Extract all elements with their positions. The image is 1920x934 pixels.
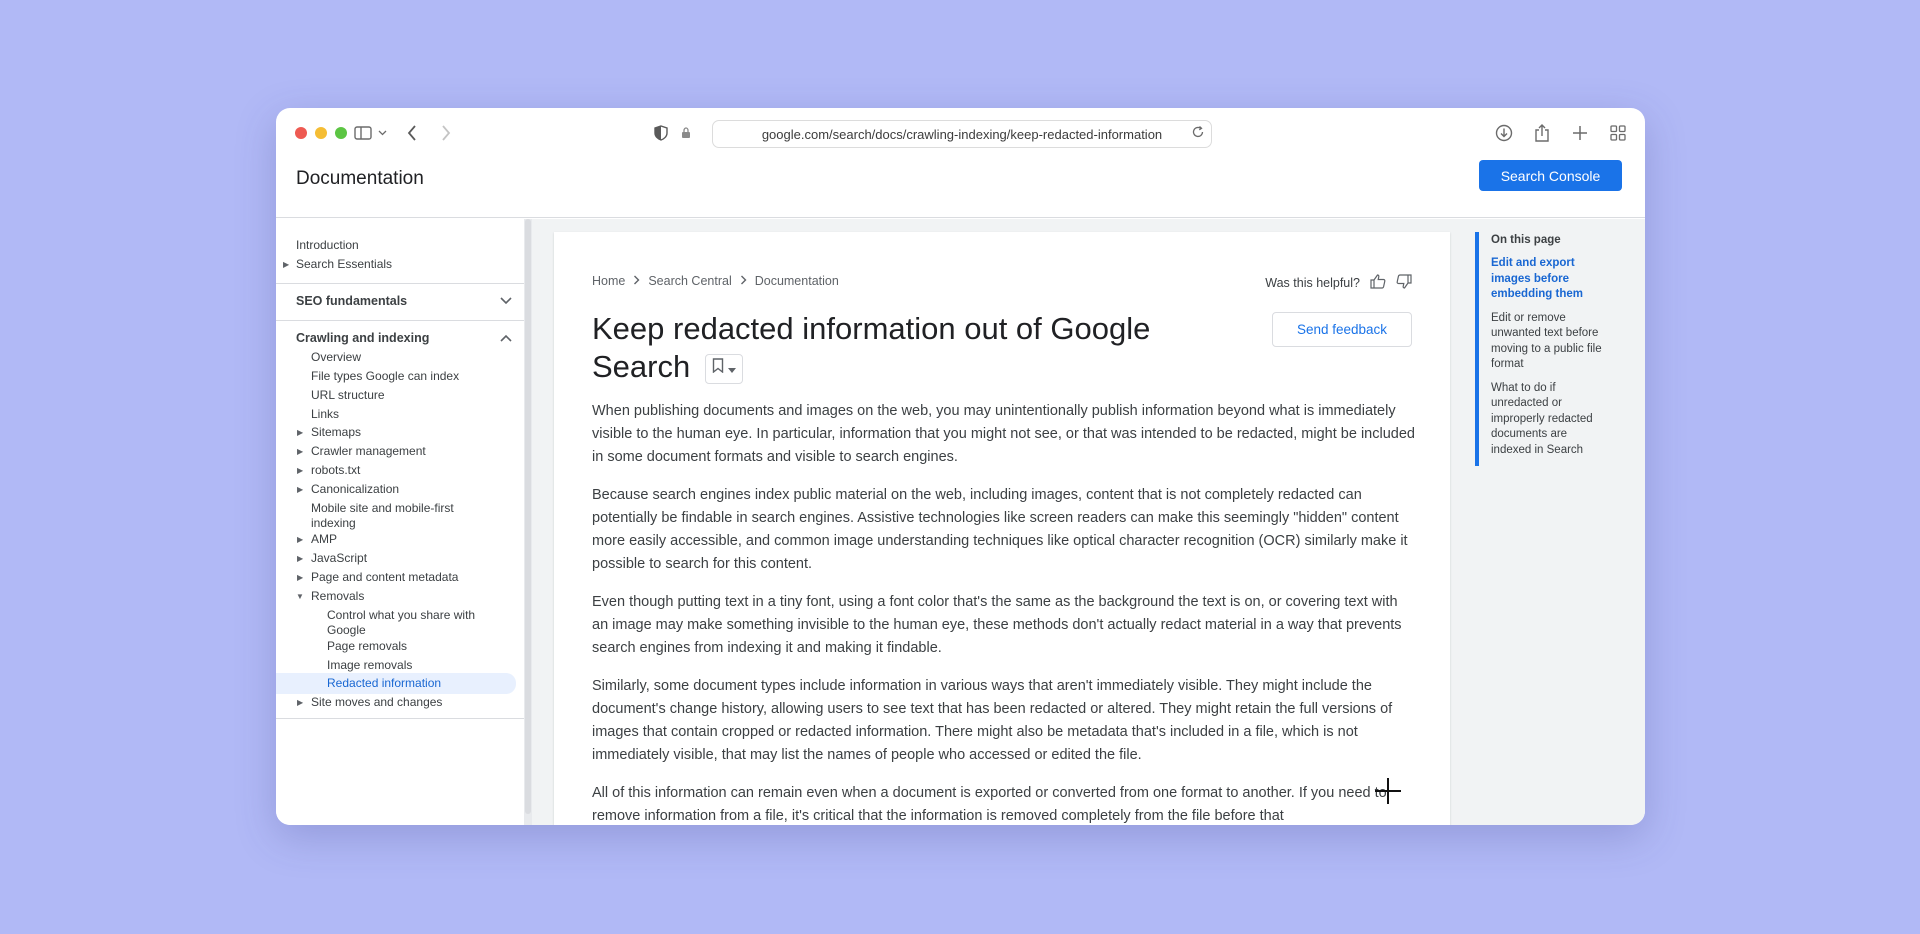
page-title-line2: Search: [592, 349, 691, 384]
nav-divider: [276, 283, 524, 284]
nav-section-seo-fundamentals[interactable]: SEO fundamentals: [296, 294, 407, 308]
page-title-line1: Keep redacted information out of Google: [592, 311, 1151, 346]
nav-item-removals[interactable]: Removals: [311, 589, 364, 604]
nav-item-file-types[interactable]: File types Google can index: [311, 369, 459, 384]
nav-item-amp[interactable]: AMP: [311, 532, 337, 547]
nav-item-canonicalization[interactable]: Canonicalization: [311, 482, 399, 497]
nav-item-overview[interactable]: Overview: [311, 350, 361, 365]
nav-item-links[interactable]: Links: [311, 407, 339, 422]
expand-triangle-icon[interactable]: ▶: [297, 573, 303, 582]
nav-item-robots[interactable]: robots.txt: [311, 463, 360, 478]
paragraph: Because search engines index public mate…: [592, 487, 1408, 572]
search-console-button[interactable]: Search Console: [1479, 160, 1622, 191]
expand-triangle-icon[interactable]: ▶: [297, 485, 303, 494]
nav-item-mobile-line2[interactable]: indexing: [311, 516, 356, 531]
nav-item-search-essentials[interactable]: Search Essentials: [296, 257, 392, 272]
nav-item-crawler-management[interactable]: Crawler management: [311, 444, 426, 459]
forward-arrow-icon[interactable]: [437, 120, 455, 146]
thumbs-down-icon[interactable]: [1396, 274, 1412, 292]
new-tab-plus-icon[interactable]: [1569, 120, 1591, 146]
minimize-window-button[interactable]: [315, 127, 327, 139]
crosshair-cursor-icon: [1375, 778, 1401, 804]
collapse-triangle-icon[interactable]: ▼: [296, 592, 304, 601]
paragraph: Even though putting text in a tiny font,…: [592, 594, 1402, 656]
back-arrow-icon[interactable]: [403, 120, 421, 146]
thumbs-up-icon[interactable]: [1370, 274, 1386, 292]
expand-triangle-icon[interactable]: ▶: [297, 466, 303, 475]
page-title: Keep redacted information out of Google …: [592, 310, 1192, 386]
nav-item-site-moves[interactable]: Site moves and changes: [311, 695, 442, 710]
breadcrumb-home[interactable]: Home: [592, 274, 625, 288]
article-card: Home Search Central Documentation Was th…: [554, 232, 1450, 825]
close-window-button[interactable]: [295, 127, 307, 139]
nav-item-page-removals[interactable]: Page removals: [327, 639, 407, 654]
url-bar[interactable]: google.com/search/docs/crawling-indexing…: [712, 120, 1212, 148]
toc-item-unredacted-indexed[interactable]: What to do if unredacted or improperly r…: [1491, 381, 1605, 459]
lock-icon: [680, 120, 692, 146]
left-navigation: Introduction ▶ Search Essentials SEO fun…: [276, 219, 524, 825]
tab-overview-icon[interactable]: [1607, 120, 1629, 146]
chevron-up-icon[interactable]: [500, 331, 512, 345]
caret-down-icon: [727, 350, 736, 388]
breadcrumb-documentation[interactable]: Documentation: [755, 274, 839, 288]
expand-triangle-icon[interactable]: ▶: [283, 260, 289, 269]
site-title[interactable]: Documentation: [296, 168, 424, 190]
nav-scrollbar[interactable]: [524, 219, 532, 825]
toc-item-edit-export-images[interactable]: Edit and export images before embedding …: [1491, 256, 1605, 303]
bookmark-icon: [712, 350, 724, 388]
nav-section-crawling-indexing[interactable]: Crawling and indexing: [296, 331, 429, 345]
helpful-label: Was this helpful?: [1265, 276, 1360, 290]
nav-item-introduction[interactable]: Introduction: [296, 238, 359, 253]
article-body: When publishing documents and images on …: [592, 400, 1417, 825]
browser-window: google.com/search/docs/crawling-indexing…: [276, 108, 1645, 825]
table-of-contents: On this page Edit and export images befo…: [1475, 232, 1605, 466]
expand-triangle-icon[interactable]: ▶: [297, 554, 303, 563]
toc-heading: On this page: [1491, 234, 1561, 246]
paragraph: All of this information can remain even …: [592, 785, 1387, 824]
helpful-widget: Was this helpful?: [1265, 274, 1412, 292]
nav-item-page-metadata[interactable]: Page and content metadata: [311, 570, 458, 585]
nav-divider: [276, 320, 524, 321]
url-text: google.com/search/docs/crawling-indexing…: [761, 126, 1163, 142]
nav-item-control-line1[interactable]: Control what you share with: [327, 608, 475, 623]
bookmark-button[interactable]: [704, 353, 743, 384]
expand-triangle-icon[interactable]: ▶: [297, 535, 303, 544]
chevron-down-icon[interactable]: [500, 294, 512, 308]
chevron-right-icon: [740, 274, 747, 288]
chevron-right-icon: [633, 274, 640, 288]
chevron-down-icon[interactable]: [376, 120, 388, 146]
site-header: Documentation Search Console: [276, 158, 1645, 218]
expand-triangle-icon[interactable]: ▶: [297, 447, 303, 456]
paragraph: Similarly, some document types include i…: [592, 678, 1393, 763]
browser-toolbar: google.com/search/docs/crawling-indexing…: [276, 108, 1645, 158]
nav-item-redacted-information[interactable]: Redacted information: [327, 676, 441, 691]
expand-triangle-icon[interactable]: ▶: [297, 698, 303, 707]
nav-scrollbar-thumb[interactable]: [525, 219, 531, 814]
nav-item-url-structure[interactable]: URL structure: [311, 388, 385, 403]
share-icon[interactable]: [1531, 120, 1553, 146]
nav-item-javascript[interactable]: JavaScript: [311, 551, 367, 566]
reload-icon[interactable]: [1191, 125, 1205, 142]
download-icon[interactable]: [1493, 120, 1515, 146]
privacy-shield-icon[interactable]: [652, 120, 670, 146]
sidebar-toggle-icon[interactable]: [352, 120, 374, 146]
nav-item-mobile-line1[interactable]: Mobile site and mobile-first: [311, 501, 454, 516]
toc-item-edit-remove-text[interactable]: Edit or remove unwanted text before movi…: [1491, 311, 1605, 373]
paragraph: When publishing documents and images on …: [592, 403, 1415, 465]
nav-item-image-removals[interactable]: Image removals: [327, 658, 412, 673]
breadcrumb: Home Search Central Documentation: [592, 274, 839, 288]
maximize-window-button[interactable]: [335, 127, 347, 139]
nav-item-control-line2[interactable]: Google: [327, 623, 366, 638]
breadcrumb-search-central[interactable]: Search Central: [648, 274, 731, 288]
nav-item-sitemaps[interactable]: Sitemaps: [311, 425, 361, 440]
nav-divider: [276, 718, 524, 719]
send-feedback-button[interactable]: Send feedback: [1272, 312, 1412, 347]
expand-triangle-icon[interactable]: ▶: [297, 428, 303, 437]
